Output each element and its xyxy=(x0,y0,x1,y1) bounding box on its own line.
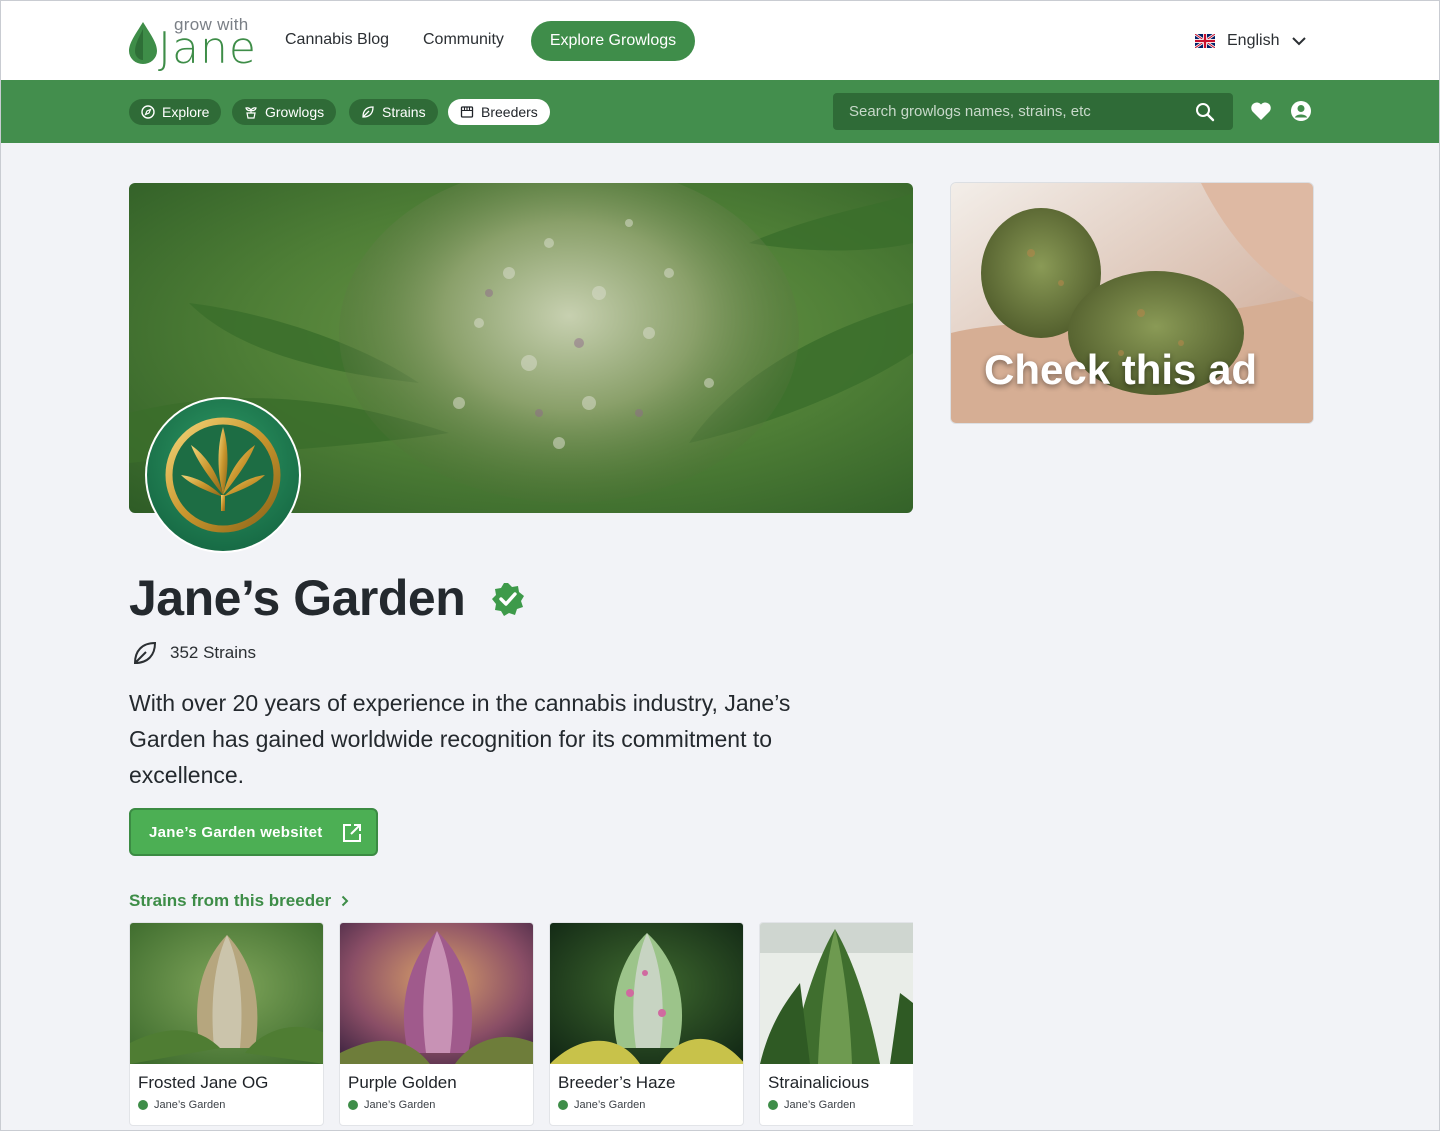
tab-strains-label: Strains xyxy=(382,104,426,120)
strain-image xyxy=(340,923,533,1064)
strain-name: Breeder’s Haze xyxy=(558,1073,676,1092)
strain-name: Purple Golden xyxy=(348,1073,457,1092)
strain-image xyxy=(550,923,743,1064)
tab-explore[interactable]: Explore xyxy=(129,99,222,125)
breeder-dot-icon xyxy=(768,1100,778,1110)
strain-breeder: Jane’s Garden xyxy=(558,1099,645,1111)
strain-breeder-label: Jane’s Garden xyxy=(574,1099,646,1111)
chevron-right-icon xyxy=(341,895,349,907)
breeder-dot-icon xyxy=(558,1100,568,1110)
breeder-logo-image xyxy=(147,399,299,551)
breeder-dot-icon xyxy=(348,1100,358,1110)
strain-card[interactable]: Purple Golden Jane’s Garden xyxy=(339,922,534,1126)
compass-icon xyxy=(141,105,155,119)
search-icon[interactable] xyxy=(1195,102,1215,122)
store-icon xyxy=(460,106,474,118)
strain-card[interactable]: Breeder’s Haze Jane’s Garden xyxy=(549,922,744,1126)
strain-card-list: Frosted Jane OG Jane’s Garden Purple Gol… xyxy=(129,922,913,1131)
strains-count: 352 Strains xyxy=(132,640,256,666)
leaf-icon xyxy=(133,641,157,665)
strain-card[interactable]: Frosted Jane OG Jane’s Garden xyxy=(129,922,324,1126)
breeder-description: With over 20 years of experience in the … xyxy=(129,690,791,788)
language-selector[interactable]: English xyxy=(1195,29,1307,53)
strain-image xyxy=(760,923,913,1064)
chevron-down-icon xyxy=(1292,37,1307,46)
strain-breeder-label: Jane’s Garden xyxy=(154,1099,226,1111)
tab-growlogs[interactable]: Growlogs xyxy=(232,99,337,125)
user-account-icon[interactable] xyxy=(1290,100,1312,122)
tab-strains[interactable]: Strains xyxy=(349,99,438,125)
nav-community[interactable]: Community xyxy=(423,31,504,49)
top-header: grow with Jane Cannabis Blog Community E… xyxy=(1,1,1439,80)
external-link-icon xyxy=(343,824,361,842)
strain-breeder: Jane’s Garden xyxy=(138,1099,225,1111)
explore-growlogs-button[interactable]: Explore Growlogs xyxy=(531,21,695,61)
logo-wordmark: Jane xyxy=(158,23,257,74)
strain-breeder-label: Jane’s Garden xyxy=(364,1099,436,1111)
strain-breeder: Jane’s Garden xyxy=(768,1099,855,1111)
strain-card[interactable]: Strainalicious Jane’s Garden xyxy=(759,922,913,1126)
strain-name: Frosted Jane OG xyxy=(138,1073,269,1092)
tab-breeders-label: Breeders xyxy=(481,104,538,120)
strain-breeder: Jane’s Garden xyxy=(348,1099,435,1111)
ad-text: Check this ad xyxy=(984,346,1258,393)
strains-section-title: Strains from this breeder xyxy=(129,891,332,910)
favorites-heart-icon[interactable] xyxy=(1250,101,1272,121)
strain-breeder-label: Jane’s Garden xyxy=(784,1099,856,1111)
strain-image xyxy=(130,923,323,1064)
strains-from-breeder-link[interactable]: Strains from this breeder xyxy=(129,891,349,911)
tab-breeders[interactable]: Breeders xyxy=(448,99,550,125)
uk-flag-icon xyxy=(1195,34,1215,48)
tab-explore-label: Explore xyxy=(162,104,210,120)
search-input[interactable]: Search growlogs names, strains, etc xyxy=(833,93,1233,130)
breeder-dot-icon xyxy=(138,1100,148,1110)
nav-cannabis-blog[interactable]: Cannabis Blog xyxy=(285,31,389,49)
breeder-name: Jane’s Garden xyxy=(129,570,466,626)
breeder-website-label: Jane’s Garden websitet xyxy=(149,823,323,841)
tab-growlogs-label: Growlogs xyxy=(265,104,325,120)
plant-pot-icon xyxy=(245,107,257,119)
language-label: English xyxy=(1227,32,1280,49)
verified-badge-icon xyxy=(492,583,524,616)
sub-nav: Explore Growlogs Strains Breeders Search… xyxy=(1,80,1439,143)
breeder-website-button[interactable]: Jane’s Garden websitet xyxy=(129,808,378,856)
sidebar-ad[interactable]: Check this ad xyxy=(950,182,1314,424)
logo-drop-icon xyxy=(129,22,157,64)
strains-count-label: 352 Strains xyxy=(170,643,256,662)
leaf-icon xyxy=(362,106,374,118)
site-logo[interactable]: grow with Jane xyxy=(128,15,258,74)
search-placeholder: Search growlogs names, strains, etc xyxy=(849,103,1091,120)
strain-name: Strainalicious xyxy=(768,1073,870,1092)
breeder-avatar xyxy=(145,397,301,553)
